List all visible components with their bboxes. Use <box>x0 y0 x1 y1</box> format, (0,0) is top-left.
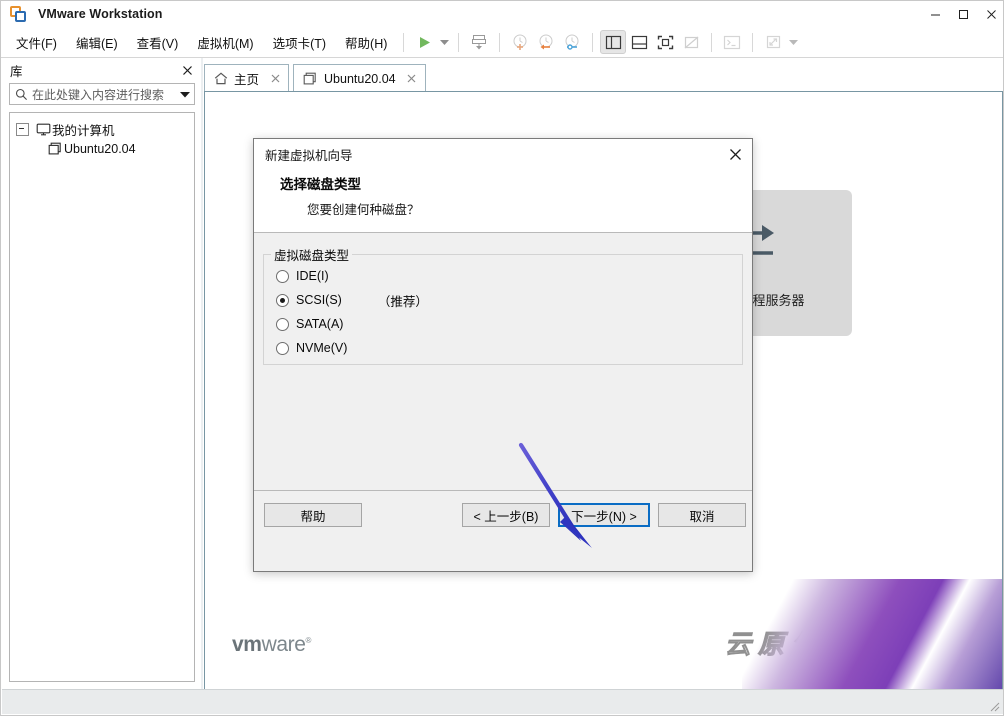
radio-label-sata: SATA(A) <box>296 317 343 331</box>
monitor-icon <box>34 123 52 136</box>
search-box[interactable]: 在此处键入内容进行搜索 <box>9 83 195 105</box>
tab-strip: 主页 Ubuntu20.04 <box>204 63 1004 92</box>
minimize-icon[interactable] <box>921 1 949 27</box>
radio-label-ide: IDE(I) <box>296 269 329 283</box>
toolbar-separator <box>499 33 500 52</box>
library-header: 库 <box>2 58 201 82</box>
stretch-button[interactable] <box>760 30 786 54</box>
resize-grip-icon[interactable] <box>987 699 1000 712</box>
window-controls <box>921 1 1004 27</box>
dialog-header: 选择磁盘类型 您要创建何种磁盘？ <box>254 169 752 233</box>
vmware-workstation-window: VMware Workstation 文件(F) 编辑(E) 查看(V) 虚拟机… <box>0 0 1004 716</box>
radio-option-sata[interactable]: SATA(A) <box>264 312 742 336</box>
menu-edit[interactable]: 编辑(E) <box>67 30 127 55</box>
toolbar-separator <box>458 33 459 52</box>
vmware-wordmark-bold: vm <box>232 633 262 656</box>
radio-option-nvme[interactable]: NVMe(V) <box>264 336 742 360</box>
tree-item-label: Ubuntu20.04 <box>64 142 136 156</box>
expander-icon[interactable] <box>16 123 29 136</box>
toolbar-separator <box>711 33 712 52</box>
vmware-wordmark-tm: ® <box>305 636 311 645</box>
dialog-subtitle: 您要创建何种磁盘？ <box>307 199 752 218</box>
dialog-close-icon[interactable] <box>724 144 746 164</box>
unity-mode-button[interactable] <box>678 30 704 54</box>
menu-vm[interactable]: 虚拟机(M) <box>188 30 262 55</box>
show-library-button[interactable] <box>600 30 626 54</box>
radio-button-scsi[interactable] <box>276 294 289 307</box>
tab-label: 主页 <box>234 69 259 88</box>
tab-label: Ubuntu20.04 <box>324 72 396 86</box>
power-on-button[interactable] <box>411 30 437 54</box>
snapshot-manager-button[interactable] <box>559 30 585 54</box>
new-vm-wizard-dialog: 新建虚拟机向导 选择磁盘类型 您要创建何种磁盘？ 虚拟磁盘类型 IDE(I) S… <box>253 138 753 572</box>
radio-note-scsi: （推荐） <box>378 291 428 310</box>
title-bar: VMware Workstation <box>1 1 1004 27</box>
tree-item-my-computer[interactable]: 我的计算机 <box>10 119 194 139</box>
next-button[interactable]: 下一步(N) > <box>558 503 650 527</box>
virtual-disk-type-group: 虚拟磁盘类型 IDE(I) SCSI(S) （推荐） SATA(A) NVMe(… <box>263 245 743 365</box>
search-chevron-down-icon[interactable] <box>176 91 194 98</box>
radio-option-scsi[interactable]: SCSI(S) （推荐） <box>264 288 742 312</box>
status-bar <box>2 689 1003 714</box>
toolbar-separator <box>592 33 593 52</box>
library-title: 库 <box>10 61 23 80</box>
tab-ubuntu[interactable]: Ubuntu20.04 <box>293 64 426 92</box>
dialog-title-bar: 新建虚拟机向导 <box>254 139 752 169</box>
toolbar-separator <box>403 33 404 52</box>
manage-snapshot-button[interactable] <box>466 30 492 54</box>
radio-label-nvme: NVMe(V) <box>296 341 347 355</box>
stretch-dropdown-caret-down-icon[interactable] <box>786 30 800 54</box>
radio-button-ide[interactable] <box>276 270 289 283</box>
power-dropdown-caret-down-icon[interactable] <box>437 30 451 54</box>
vmware-icon <box>10 6 27 23</box>
tab-close-icon[interactable] <box>405 72 419 86</box>
menu-bar: 文件(F) 编辑(E) 查看(V) 虚拟机(M) 选项卡(T) 帮助(H) <box>1 27 1004 58</box>
take-snapshot-button[interactable] <box>507 30 533 54</box>
vmware-wordmark-rest: ware <box>262 633 306 656</box>
tab-home[interactable]: 主页 <box>204 64 289 92</box>
dialog-title: 新建虚拟机向导 <box>265 145 353 164</box>
dialog-footer: 帮助 < 上一步(B) 下一步(N) > 取消 <box>254 490 752 538</box>
revert-snapshot-button[interactable] <box>533 30 559 54</box>
dialog-heading: 选择磁盘类型 <box>280 173 752 193</box>
virtual-disk-type-legend: 虚拟磁盘类型 <box>271 245 352 264</box>
cancel-button[interactable]: 取消 <box>658 503 746 527</box>
watermark-text: 云原生运维实战派 <box>725 624 989 661</box>
menu-view[interactable]: 查看(V) <box>128 30 188 55</box>
vm-icon <box>303 72 318 86</box>
window-title: VMware Workstation <box>38 7 163 21</box>
vm-tree: 我的计算机 Ubuntu20.04 <box>9 112 195 682</box>
show-thumbnails-button[interactable] <box>626 30 652 54</box>
library-sidebar: 库 在此处键入内容进行搜索 <box>2 58 201 691</box>
dialog-body: 虚拟磁盘类型 IDE(I) SCSI(S) （推荐） SATA(A) NVMe(… <box>254 233 752 538</box>
fullscreen-button[interactable] <box>652 30 678 54</box>
menu-help[interactable]: 帮助(H) <box>336 30 396 55</box>
help-button[interactable]: 帮助 <box>264 503 362 527</box>
console-button[interactable] <box>719 30 745 54</box>
tree-item-label: 我的计算机 <box>52 120 115 139</box>
home-icon <box>214 72 228 85</box>
tab-close-icon[interactable] <box>268 72 282 86</box>
menu-tabs[interactable]: 选项卡(T) <box>264 30 335 55</box>
vmware-wordmark: vmware® <box>232 633 311 657</box>
radio-button-nvme[interactable] <box>276 342 289 355</box>
back-button[interactable]: < 上一步(B) <box>462 503 550 527</box>
search-icon <box>10 88 32 101</box>
tree-item-ubuntu[interactable]: Ubuntu20.04 <box>10 139 194 159</box>
sidebar-divider[interactable] <box>201 58 203 691</box>
menu-file[interactable]: 文件(F) <box>7 30 66 55</box>
vm-icon <box>46 142 64 156</box>
library-close-icon[interactable] <box>179 62 195 78</box>
radio-label-scsi: SCSI(S) <box>296 293 342 307</box>
maximize-icon[interactable] <box>949 1 977 27</box>
radio-option-ide[interactable]: IDE(I) <box>264 264 742 288</box>
close-icon[interactable] <box>977 1 1004 27</box>
search-input-placeholder[interactable]: 在此处键入内容进行搜索 <box>32 86 176 103</box>
radio-button-sata[interactable] <box>276 318 289 331</box>
toolbar-separator <box>752 33 753 52</box>
